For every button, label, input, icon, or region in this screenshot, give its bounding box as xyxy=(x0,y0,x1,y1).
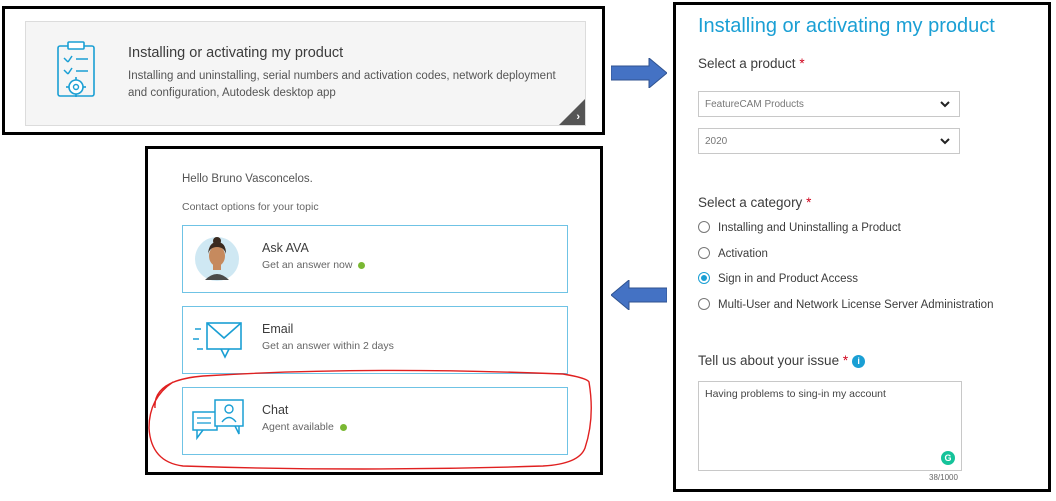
online-status-icon xyxy=(339,423,347,431)
contact-options-panel: Hello Bruno Vasconcelos. Contact options… xyxy=(145,146,603,475)
product-select-value: FeatureCAM Products xyxy=(705,99,804,110)
version-select[interactable]: 2020 xyxy=(698,128,960,154)
category-radio-sign-in[interactable]: Sign in and Product Access xyxy=(698,272,858,285)
greeting: Hello Bruno Vasconcelos. xyxy=(182,173,313,185)
info-icon[interactable]: i xyxy=(852,354,866,368)
issue-label: Tell us about your issue * i xyxy=(698,353,866,368)
chevron-down-icon xyxy=(940,101,950,108)
chevron-down-icon xyxy=(940,138,950,145)
product-select[interactable]: FeatureCAM Products xyxy=(698,91,960,117)
radio-button-selected[interactable] xyxy=(698,272,710,284)
chevron-right-icon: › xyxy=(576,111,580,123)
avatar-icon xyxy=(195,237,239,281)
option-ask-ava[interactable]: Ask AVA Get an answer now xyxy=(182,225,568,293)
card-description: Installing and uninstalling, serial numb… xyxy=(128,70,556,99)
issue-textarea[interactable]: Having problems to sing-in my account xyxy=(698,381,962,471)
product-label: Select a product * xyxy=(698,56,805,71)
category-label: Select a category * xyxy=(698,195,812,210)
option-title: Email xyxy=(262,322,294,336)
clipboard-gear-icon xyxy=(57,41,95,97)
topic-card-panel: Installing or activating my product Inst… xyxy=(2,6,605,135)
card-title: Installing or activating my product xyxy=(128,45,344,61)
radio-button[interactable] xyxy=(698,298,710,310)
contact-subtitle: Contact options for your topic xyxy=(182,201,319,213)
option-subtitle: Get an answer within 2 days xyxy=(262,340,394,352)
grammarly-icon[interactable]: G xyxy=(941,451,955,465)
option-subtitle: Agent available xyxy=(262,421,347,433)
character-counter: 38/1000 xyxy=(929,473,958,482)
arrow-right-icon xyxy=(611,58,667,88)
option-chat[interactable]: Chat Agent available xyxy=(182,387,568,455)
option-title: Chat xyxy=(262,403,289,417)
option-email[interactable]: Email Get an answer within 2 days xyxy=(182,306,568,374)
category-radio-installing[interactable]: Installing and Uninstalling a Product xyxy=(698,221,901,234)
topic-card-installing[interactable]: Installing or activating my product Inst… xyxy=(25,21,586,126)
option-subtitle: Get an answer now xyxy=(262,259,366,271)
category-radio-multi-user[interactable]: Multi-User and Network License Server Ad… xyxy=(698,298,993,311)
arrow-left-icon xyxy=(611,280,667,310)
version-select-value: 2020 xyxy=(705,136,728,147)
envelope-icon xyxy=(193,322,242,359)
card-corner[interactable] xyxy=(559,99,585,125)
option-title: Ask AVA xyxy=(262,241,309,255)
chat-icon xyxy=(192,399,244,441)
radio-button[interactable] xyxy=(698,247,710,259)
support-form-panel: Installing or activating my product Sele… xyxy=(673,2,1051,492)
category-radio-activation[interactable]: Activation xyxy=(698,247,768,260)
radio-button[interactable] xyxy=(698,221,710,233)
online-status-icon xyxy=(358,261,366,269)
form-title: Installing or activating my product xyxy=(698,15,995,37)
